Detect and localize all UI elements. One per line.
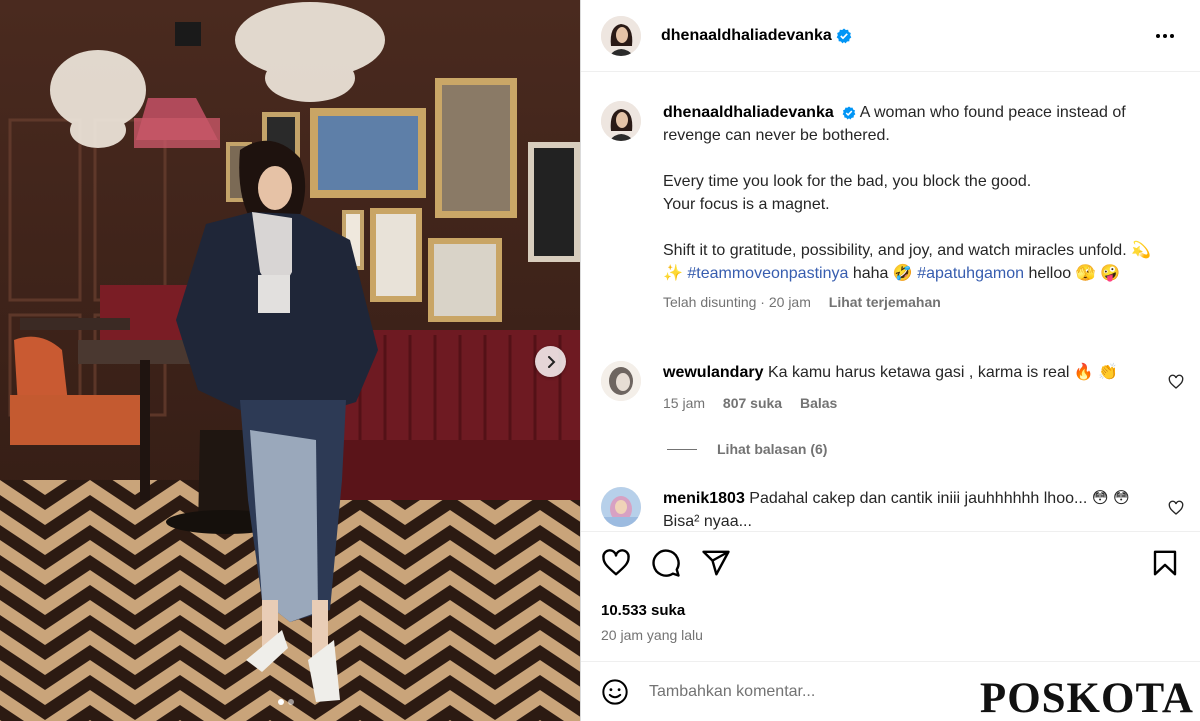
avatar[interactable] <box>601 15 641 56</box>
comment-likes[interactable]: 807 suka <box>723 395 782 411</box>
avatar[interactable] <box>601 487 641 527</box>
comment-username[interactable]: wewulandary <box>663 364 763 381</box>
comments-section: dhenaaldhaliadevanka A woman who found p… <box>581 73 1200 530</box>
caption-meta: Telah disunting · 20 jam Lihat terjemaha… <box>663 294 941 310</box>
comment-username[interactable]: menik1803 <box>663 490 745 507</box>
heart-icon[interactable] <box>1168 374 1184 390</box>
like-count[interactable]: 10.533 suka <box>601 602 685 619</box>
comment-text: Ka kamu harus ketawa gasi , karma is rea… <box>767 364 1119 381</box>
edited-label: Telah disunting <box>663 294 757 310</box>
edited-time: 20 jam <box>768 294 811 310</box>
more-icon <box>1156 33 1160 38</box>
comment-input[interactable] <box>649 682 949 701</box>
comment-body: wewulandary Ka kamu harus ketawa gasi , … <box>663 361 1158 415</box>
carousel-dot-active <box>278 699 284 705</box>
reply-button[interactable]: Balas <box>800 395 837 411</box>
posted-time: 20 jam yang lalu <box>601 627 703 643</box>
heart-icon[interactable] <box>1168 500 1184 516</box>
view-replies-button[interactable]: Lihat balasan (6) <box>667 441 827 457</box>
add-comment-bar: POSKOTA <box>581 661 1200 721</box>
avatar-image <box>601 361 641 401</box>
bookmark-icon[interactable] <box>1150 548 1180 578</box>
avatar[interactable] <box>601 101 641 141</box>
caption-username[interactable]: dhenaaldhaliadevanka <box>663 104 834 121</box>
carousel-dot <box>288 699 294 705</box>
comment-meta: 15 jam 807 suka Balas <box>663 392 1158 415</box>
header-username[interactable]: dhenaaldhaliadevanka <box>661 27 832 45</box>
caption-body: dhenaaldhaliadevanka A woman who found p… <box>663 101 1158 314</box>
post-photo-image <box>0 0 580 721</box>
verified-icon <box>842 106 856 120</box>
post-header: dhenaaldhaliadevanka <box>581 0 1200 72</box>
caption-text-line: Your focus is a magnet. <box>663 196 830 213</box>
avatar-image <box>601 487 641 527</box>
emoji-icon[interactable] <box>601 678 629 706</box>
action-icons <box>601 548 1180 578</box>
hashtag-link[interactable]: #apatuhgamon <box>917 265 1024 282</box>
carousel-dots <box>278 699 294 705</box>
translate-link[interactable]: Lihat terjemahan <box>829 294 941 310</box>
hashtag-link[interactable]: #teammoveonpastinya <box>687 265 848 282</box>
avatar-image <box>601 101 641 141</box>
carousel-next-button[interactable] <box>535 346 566 377</box>
caption-emoji: 🤪 <box>1099 265 1120 282</box>
comment-icon[interactable] <box>651 548 681 578</box>
caption-text-line: Shift it to gratitude, possibility, and … <box>663 242 1127 259</box>
caption-text: helloo 🫣 <box>1028 265 1096 282</box>
view-replies-label: Lihat balasan (6) <box>717 441 828 457</box>
chevron-right-icon <box>547 355 555 368</box>
share-icon[interactable] <box>701 548 731 578</box>
caption-text: haha 🤣 <box>852 265 913 282</box>
comment-time: 15 jam <box>663 395 706 411</box>
caption-text-line: Every time you look for the bad, you blo… <box>663 173 1032 190</box>
avatar[interactable] <box>601 361 641 401</box>
heart-icon[interactable] <box>601 548 631 578</box>
comment-body: menik1803 Padahal cakep dan cantik iniii… <box>663 487 1158 530</box>
more-options-button[interactable] <box>1156 33 1174 38</box>
post-photo[interactable] <box>0 0 580 721</box>
divider <box>667 448 697 450</box>
verified-icon <box>836 28 852 43</box>
post-details-panel: dhenaaldhaliadevanka dhenaaldhaliadevank… <box>580 0 1200 721</box>
avatar-image <box>601 15 641 56</box>
watermark-logo: POSKOTA <box>979 675 1194 721</box>
post-actions: 10.533 suka 20 jam yang lalu <box>581 531 1200 661</box>
